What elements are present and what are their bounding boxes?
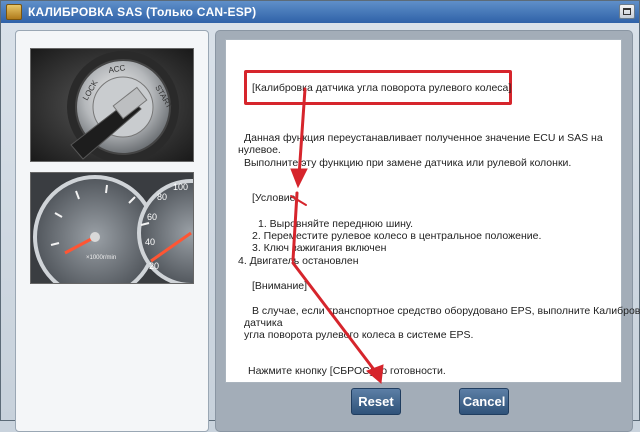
info-panel: [Калибровка датчика угла поворота рулево… [215, 30, 640, 432]
condition-4: 4. Двигатель остановлен [238, 255, 359, 267]
function-heading: [Калибровка датчика угла поворота рулево… [252, 82, 512, 94]
final-note: Нажмите кнопку [СБРОС] по готовности. [248, 365, 446, 377]
reset-button[interactable]: Reset [351, 388, 401, 415]
app-icon [6, 4, 22, 20]
restore-window-button[interactable] [619, 4, 635, 19]
speed-60: 60 [147, 212, 157, 222]
attention-line-2: датчика [244, 317, 283, 329]
speed-80: 80 [157, 192, 167, 202]
cancel-button[interactable]: Cancel [459, 388, 509, 415]
speed-100: 100 [173, 182, 188, 192]
condition-2: 2. Переместите рулевое колесо в централь… [252, 230, 542, 242]
instructions-text-area: [Калибровка датчика угла поворота рулево… [225, 39, 640, 383]
calibration-window: КАЛИБРОВКА SAS (Только CAN-ESP) LOCK ACC… [0, 0, 640, 432]
instrument-cluster-photo: ×1000r/min 20 40 60 80 100 [30, 172, 194, 284]
speed-20: 20 [149, 261, 159, 271]
attention-line-3: угла поворота рулевого колеса в системе … [244, 329, 474, 341]
attention-title: [Внимание] [252, 280, 308, 292]
ignition-key-photo: LOCK ACC START [30, 48, 194, 162]
rpm-label: ×1000r/min [86, 255, 116, 261]
condition-title: [Условие] [252, 192, 299, 204]
speed-40: 40 [145, 237, 155, 247]
description-line-3: Выполните эту функцию при замене датчика… [244, 157, 572, 169]
condition-3: 3. Ключ зажигания включен [252, 242, 387, 254]
illustration-panel: LOCK ACC START ×1000r/min 20 40 60 80 10… [15, 30, 209, 432]
description-line-2: нулевое. [238, 144, 281, 156]
window-icon [623, 8, 631, 15]
attention-line-1: В случае, если транспортное средство обо… [252, 305, 640, 317]
title-bar: КАЛИБРОВКА SAS (Только CAN-ESP) [1, 1, 639, 23]
dialog-body: LOCK ACC START ×1000r/min 20 40 60 80 10… [1, 23, 640, 432]
condition-1: 1. Выровняйте переднюю шину. [258, 218, 414, 230]
description-line-1: Данная функция переустанавливает получен… [244, 132, 603, 144]
window-title: КАЛИБРОВКА SAS (Только CAN-ESP) [28, 5, 257, 19]
